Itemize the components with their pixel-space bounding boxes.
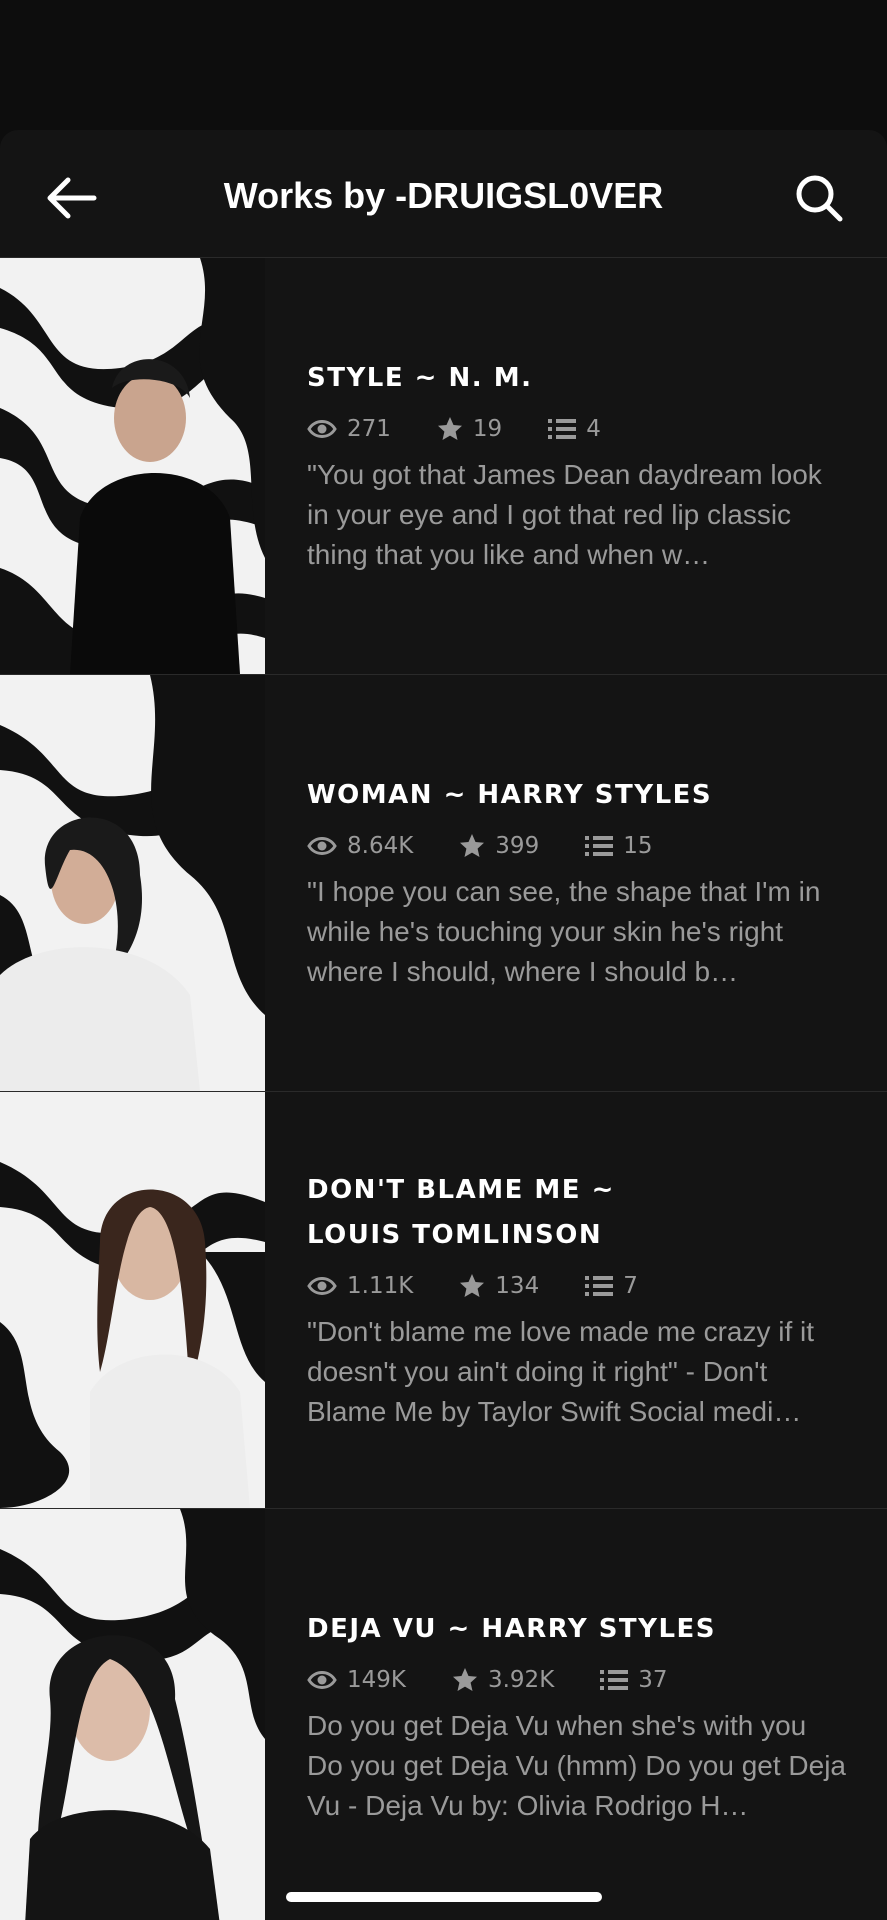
work-item-woman[interactable]: WOMAN ~ HARRY STYLES 8.64K 399 15 "I hop…: [0, 675, 887, 1092]
status-bar-area: [0, 0, 887, 130]
work-item-dont-blame-me[interactable]: DON'T BLAME ME ~ LOUIS TOMLINSON 1.11K 1…: [0, 1092, 887, 1509]
works-list: STYLE ~ N. M. 271 19 4 "You got that Jam…: [0, 258, 887, 1920]
works-sheet: Works by -DRUIGSL0VER STYLE ~ N. M. 271 …: [0, 130, 887, 1920]
votes-stat: 399: [459, 833, 539, 859]
eye-icon: [307, 1277, 337, 1295]
work-description: "I hope you can see, the shape that I'm …: [307, 876, 821, 987]
eye-icon: [307, 837, 337, 855]
reads-count: 1.11K: [347, 1273, 414, 1299]
work-stats: 149K 3.92K 37: [307, 1660, 847, 1700]
parts-count: 15: [623, 833, 653, 859]
star-icon: [437, 417, 462, 440]
reads-count: 8.64K: [347, 833, 414, 859]
reads-stat: 149K: [307, 1667, 406, 1693]
list-icon: [585, 836, 614, 856]
home-indicator[interactable]: [286, 1892, 602, 1902]
header-bar: Works by -DRUIGSL0VER: [0, 130, 887, 258]
parts-stat: 4: [548, 416, 601, 442]
work-description: "Don't blame me love made me crazy if it…: [307, 1316, 815, 1427]
votes-stat: 19: [437, 416, 502, 442]
cover-image: [0, 258, 265, 674]
list-icon: [548, 419, 577, 439]
work-item-deja-vu[interactable]: DEJA VU ~ HARRY STYLES 149K 3.92K 37 Do …: [0, 1509, 887, 1920]
votes-stat: 3.92K: [452, 1667, 554, 1693]
page-title: Works by -DRUIGSL0VER: [223, 175, 664, 216]
work-title: DEJA VU ~ HARRY STYLES: [307, 1614, 717, 1644]
star-icon: [460, 834, 485, 857]
star-icon: [460, 1274, 485, 1297]
back-button[interactable]: [40, 166, 104, 230]
reads-count: 271: [347, 416, 391, 442]
reads-stat: 1.11K: [307, 1273, 413, 1299]
work-title: STYLE ~ N. M.: [307, 363, 533, 393]
work-title: WOMAN ~ HARRY STYLES: [307, 780, 713, 810]
parts-stat: 7: [585, 1273, 638, 1299]
search-button[interactable]: [787, 166, 851, 230]
votes-count: 3.92K: [487, 1667, 555, 1693]
work-title-line-1: DON'T BLAME ME ~: [307, 1175, 615, 1205]
parts-stat: 15: [585, 833, 652, 859]
parts-stat: 37: [600, 1667, 668, 1693]
work-description: "You got that James Dean daydream look i…: [307, 459, 822, 570]
reads-stat: 271: [307, 416, 391, 442]
eye-icon: [307, 420, 337, 438]
cover-image: [0, 675, 265, 1091]
eye-icon: [307, 1671, 337, 1689]
cover-image: [0, 1092, 265, 1508]
parts-count: 37: [638, 1667, 668, 1693]
work-description: Do you get Deja Vu when she's with you D…: [307, 1710, 846, 1821]
reads-count: 149K: [347, 1667, 406, 1693]
parts-count: 4: [586, 416, 601, 442]
votes-count: 19: [472, 416, 503, 442]
votes-count: 399: [495, 833, 540, 859]
reads-stat: 8.64K: [307, 833, 413, 859]
work-stats: 8.64K 399 15: [307, 826, 847, 866]
search-icon: [796, 175, 843, 222]
work-item-style[interactable]: STYLE ~ N. M. 271 19 4 "You got that Jam…: [0, 258, 887, 675]
star-icon: [452, 1668, 477, 1691]
cover-image: [0, 1509, 265, 1920]
arrow-left-icon: [47, 177, 97, 219]
list-icon: [600, 1670, 629, 1690]
list-icon: [585, 1276, 614, 1296]
work-stats: 271 19 4: [307, 409, 847, 449]
votes-count: 134: [495, 1273, 540, 1299]
votes-stat: 134: [459, 1273, 539, 1299]
parts-count: 7: [623, 1273, 638, 1299]
work-stats: 1.11K 134 7: [307, 1266, 847, 1306]
work-title-line-2: LOUIS TOMLINSON: [307, 1220, 603, 1250]
